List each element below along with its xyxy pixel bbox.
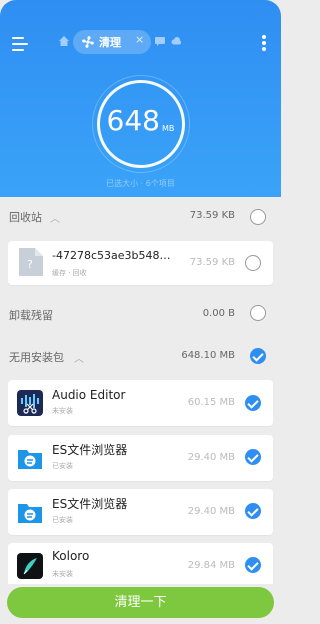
item-name: -47278c53ae3b548… [52, 249, 171, 262]
category-title: 回收站 [9, 211, 42, 224]
item-name: Audio Editor [52, 388, 126, 402]
item-meta: 缓存 · 回收 [52, 269, 87, 277]
junk-list: 回收站 ︿ 73.59 KB ? -47278c53ae3b548… 缓存 · … [0, 197, 281, 584]
unknown-file-icon: ? [19, 248, 43, 276]
checkbox[interactable] [245, 557, 261, 573]
category-size: 648.10 MB [181, 350, 235, 361]
checkbox[interactable] [245, 255, 261, 271]
more-options-icon[interactable] [261, 35, 267, 51]
category-title: 无用安装包 [9, 351, 64, 364]
total-size-value: 648 [106, 104, 160, 137]
chevron-up-icon[interactable]: ︿ [74, 350, 84, 365]
item-name: ES文件浏览器 [52, 443, 128, 457]
checkbox[interactable] [245, 503, 261, 519]
es-file-explorer-icon [17, 499, 43, 525]
item-meta: 未安装 [52, 570, 73, 578]
total-size-unit: MB [162, 124, 175, 133]
checkbox[interactable] [250, 348, 266, 364]
category-size: 73.59 KB [189, 210, 235, 221]
bottom-bar: 清理一下 [0, 584, 281, 624]
tab-bar: 清理 × [58, 30, 190, 54]
home-icon[interactable] [58, 35, 70, 47]
item-meta: 已安装 [52, 516, 73, 524]
checkbox[interactable] [250, 209, 266, 225]
category-title: 卸载残留 [9, 309, 53, 322]
item-size: 29.40 MB [187, 506, 235, 517]
category-recycle-bin[interactable]: 回收站 ︿ 73.59 KB [0, 197, 281, 237]
chevron-up-icon[interactable]: ︿ [50, 210, 60, 225]
cloud-icon[interactable] [170, 35, 182, 47]
koloro-icon [17, 553, 43, 579]
category-useless-apk[interactable]: 无用安装包 ︿ 648.10 MB [0, 337, 281, 377]
list-item[interactable]: ? -47278c53ae3b548… 缓存 · 回收 73.59 KB [8, 241, 273, 285]
category-size: 0.00 B [202, 308, 235, 319]
audio-editor-icon [17, 390, 43, 416]
checkbox[interactable] [245, 395, 261, 411]
header: 清理 × 648 MB 已选大小 · 6个项目 [0, 0, 281, 197]
close-tab-icon[interactable]: × [135, 33, 144, 46]
list-item[interactable]: Audio Editor 未安装 60.15 MB [8, 380, 273, 426]
fan-icon [82, 36, 94, 48]
item-size: 73.59 KB [189, 257, 235, 268]
item-size: 29.40 MB [187, 452, 235, 463]
tab-clean-label: 清理 [99, 36, 121, 49]
es-file-explorer-icon [17, 445, 43, 471]
item-size: 60.15 MB [187, 397, 235, 408]
list-item[interactable]: ES文件浏览器 已安装 29.40 MB [8, 489, 273, 535]
tab-clean[interactable]: 清理 × [73, 30, 151, 54]
category-uninstall-residue[interactable]: 卸载残留 0.00 B [0, 295, 281, 335]
checkbox[interactable] [245, 449, 261, 465]
message-icon[interactable] [154, 35, 166, 47]
list-item[interactable]: ES文件浏览器 已安装 29.40 MB [8, 435, 273, 481]
item-meta: 未安装 [52, 407, 73, 415]
svg-text:?: ? [27, 258, 33, 271]
checkbox[interactable] [250, 305, 266, 321]
clean-button[interactable]: 清理一下 [7, 587, 274, 618]
item-name: ES文件浏览器 [52, 497, 128, 511]
menu-icon[interactable] [12, 37, 30, 51]
item-meta: 已安装 [52, 462, 73, 470]
list-item[interactable]: Koloro 未安装 29.84 MB [8, 543, 273, 584]
selected-summary: 已选大小 · 6个项目 [106, 179, 175, 188]
item-name: Koloro [52, 549, 90, 563]
item-size: 29.84 MB [187, 560, 235, 571]
